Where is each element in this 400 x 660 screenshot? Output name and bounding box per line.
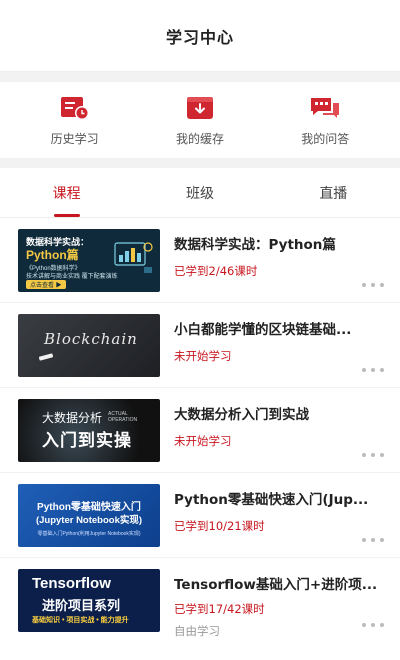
thumb-line: 大数据分析 [42, 410, 103, 425]
quick-entry-bar: 历史学习 我的缓存 我的问答 [0, 82, 400, 158]
course-title: Tensorflow基础入门+进阶项... [174, 577, 378, 593]
course-progress: 已学到17/42课时 [174, 602, 265, 616]
more-options-icon[interactable] [362, 280, 384, 290]
more-options-icon[interactable] [362, 535, 384, 545]
tab-classes[interactable]: 班级 [133, 168, 266, 217]
tab-courses[interactable]: 课程 [0, 168, 133, 217]
course-item[interactable]: Blockchain 小白都能学懂的区块链基础... 未开始学习 [0, 303, 400, 388]
thumb-line: (Jupyter Notebook实现) [35, 514, 143, 526]
course-thumbnail: Blockchain [18, 313, 160, 377]
history-icon [59, 94, 91, 122]
course-list: 数据科学实战： Python篇 《Python数据科学》 技术讲解与商业实践 覆… [0, 218, 400, 643]
thumb-line: 入门到实操 [42, 430, 132, 450]
history-learning-label: 历史学习 [50, 131, 99, 146]
course-thumbnail: 大数据分析 ACTUAL OPERATION 入门到实操 [18, 398, 160, 462]
more-options-icon[interactable] [362, 450, 384, 460]
course-title: 数据科学实战：Python篇 [174, 236, 336, 253]
thumb-tag: ACTUAL OPERATION [108, 410, 138, 423]
thumb-line: 进阶项目系列 [42, 598, 121, 613]
course-title: 大数据分析入门到实战 [174, 406, 309, 423]
thumb-line: 基础知识 • 项目实战 • 能力提升 [32, 617, 129, 624]
page-title: 学习中心 [165, 27, 234, 47]
course-thumbnail: Tensorflow 进阶项目系列 基础知识 • 项目实战 • 能力提升 [18, 569, 160, 632]
my-cache-label: 我的缓存 [175, 131, 224, 146]
course-item[interactable]: Tensorflow 进阶项目系列 基础知识 • 项目实战 • 能力提升 Ten… [0, 558, 400, 643]
course-thumbnail: Python零基础快速入门 (Jupyter Notebook实现) 零基础入门… [18, 483, 160, 547]
my-cache-button[interactable]: 我的缓存 [145, 94, 255, 147]
course-item[interactable]: 大数据分析 ACTUAL OPERATION 入门到实操 大数据分析入门到实战 … [0, 388, 400, 473]
course-thumbnail: 数据科学实战： Python篇 《Python数据科学》 技术讲解与商业实践 覆… [18, 228, 160, 292]
more-options-icon[interactable] [362, 620, 384, 630]
course-progress: 未开始学习 [174, 348, 232, 363]
learning-center-page: 学习中心 历史学习 我的缓存 我的问答 课程 班级 直播 数据科学实战： Pyt… [0, 0, 400, 660]
thumb-line: Tensorflow [32, 575, 111, 592]
qa-chat-icon [309, 94, 341, 122]
header: 学习中心 [0, 0, 400, 72]
course-item[interactable]: 数据科学实战： Python篇 《Python数据科学》 技术讲解与商业实践 覆… [0, 218, 400, 303]
thumb-line: 零基础入门Python(利用Jupyter Notebook实现) [37, 530, 141, 537]
chalk-icon [38, 352, 54, 361]
course-progress: 已学到10/21课时 [174, 518, 265, 533]
course-title: Python零基础快速入门(Jup... [174, 491, 369, 508]
my-qa-label: 我的问答 [301, 131, 350, 146]
course-item[interactable]: Python零基础快速入门 (Jupyter Notebook实现) 零基础入门… [0, 473, 400, 558]
thumb-line: Python篇 [26, 247, 79, 262]
course-progress: 已学到2/46课时 [174, 263, 258, 278]
thumb-line: Blockchain [44, 329, 138, 348]
course-title: 小白都能学懂的区块链基础... [174, 321, 352, 338]
my-qa-button[interactable]: 我的问答 [270, 94, 380, 147]
history-learning-button[interactable]: 历史学习 [20, 94, 130, 147]
more-options-icon[interactable] [362, 365, 384, 375]
divider [0, 72, 400, 82]
thumb-badge: 点击查看 ▶ [26, 279, 66, 289]
course-progress: 未开始学习 [174, 433, 232, 448]
tab-bar: 课程 班级 直播 [0, 168, 400, 218]
tab-live[interactable]: 直播 [267, 168, 400, 217]
chart-illustration-icon [114, 241, 153, 273]
divider [0, 158, 400, 168]
thumb-line: Python零基础快速入门 [37, 501, 141, 513]
thumb-line: 技术讲解与商业实践 覆下配套演练 [26, 273, 118, 280]
course-learning-mode: 自由学习 [174, 624, 220, 638]
download-cache-icon [184, 94, 216, 122]
